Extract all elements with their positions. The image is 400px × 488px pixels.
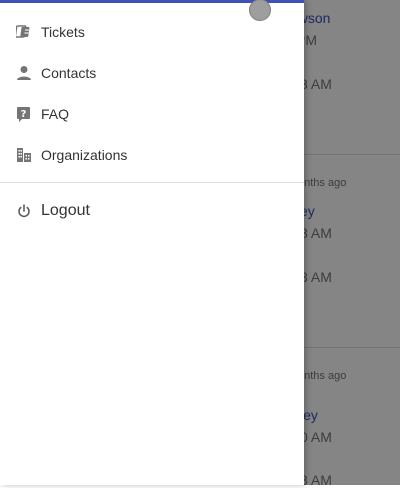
nav-item-label: FAQ bbox=[41, 105, 70, 122]
nav-item-faq[interactable]: ? FAQ bbox=[0, 93, 304, 134]
buildings-icon bbox=[16, 147, 32, 163]
floating-action-button[interactable] bbox=[249, 0, 271, 21]
nav-item-organizations[interactable]: Organizations bbox=[0, 134, 304, 175]
drawer-divider bbox=[0, 182, 304, 183]
power-icon bbox=[16, 203, 32, 219]
logout-label: Logout bbox=[41, 201, 90, 219]
svg-text:?: ? bbox=[21, 109, 27, 120]
nav-item-contacts[interactable]: Contacts bbox=[0, 52, 304, 93]
navigation-drawer: Tickets Contacts ? FAQ Organizations Log… bbox=[0, 0, 304, 485]
nav-item-label: Tickets bbox=[41, 23, 85, 40]
nav-item-label: Organizations bbox=[41, 146, 128, 163]
tickets-icon bbox=[14, 24, 32, 40]
nav-item-label: Contacts bbox=[41, 64, 97, 81]
faq-icon: ? bbox=[16, 106, 32, 122]
person-icon bbox=[16, 65, 32, 81]
logout-button[interactable]: Logout bbox=[0, 190, 304, 231]
